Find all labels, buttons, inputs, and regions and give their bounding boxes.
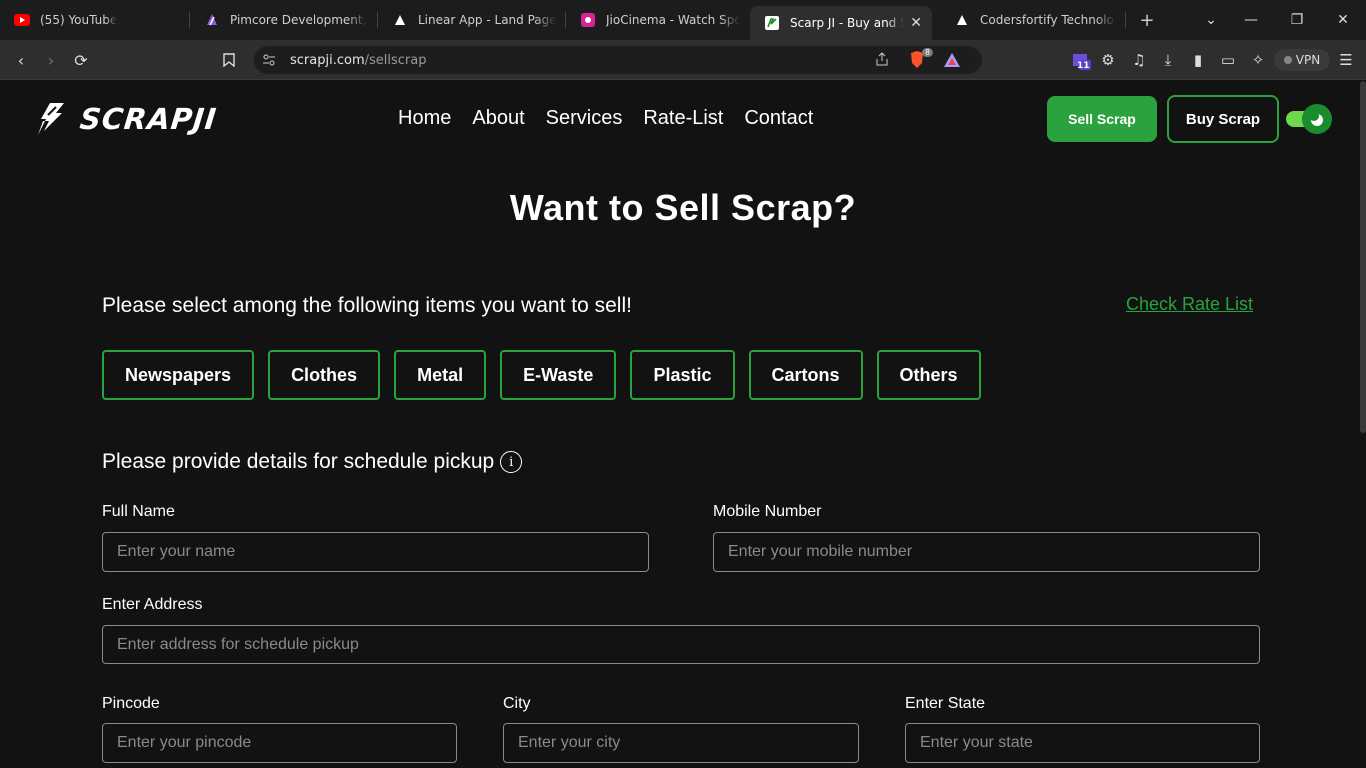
extension-badge: 11 — [1077, 61, 1090, 71]
pincode-label: Pincode — [102, 695, 160, 712]
item-clothes-button[interactable]: Clothes — [268, 350, 381, 400]
restore-button[interactable]: ❐ — [1274, 0, 1320, 40]
music-icon[interactable]: ♫ — [1127, 46, 1151, 74]
site-logo[interactable]: SCRAPJI — [34, 101, 219, 137]
info-icon[interactable]: i — [500, 451, 523, 473]
page-title: Want to Sell Scrap? — [509, 187, 857, 228]
brave-rewards-icon[interactable] — [944, 52, 960, 71]
nav-contact[interactable]: Contact — [744, 107, 813, 130]
jiocinema-icon — [580, 12, 596, 28]
url-text: scrapji.com/sellscrap — [290, 53, 426, 68]
items-section-title: Please select among the following items … — [102, 294, 632, 317]
browser-tab[interactable]: Codersfortify Technologie — [940, 0, 1126, 40]
check-rate-list-link[interactable]: Check Rate List — [1126, 294, 1253, 315]
item-plastic-button[interactable]: Plastic — [630, 350, 735, 400]
moon-icon — [1302, 104, 1332, 134]
pimcore-icon — [204, 12, 220, 28]
tab-title: (55) YouTube — [40, 13, 118, 27]
page-content: SCRAPJI Home About Services Rate-List Co… — [0, 81, 1366, 768]
city-label: City — [503, 695, 531, 712]
buy-scrap-button[interactable]: Buy Scrap — [1167, 95, 1279, 143]
puzzle-icon[interactable]: ⚙ — [1096, 46, 1120, 74]
close-window-button[interactable]: ✕ — [1320, 0, 1366, 40]
share-icon[interactable] — [874, 51, 890, 71]
address-bar[interactable]: scrapji.com/sellscrap 8 — [254, 46, 982, 74]
item-metal-button[interactable]: Metal — [394, 350, 487, 400]
city-input[interactable] — [503, 723, 859, 763]
sell-scrap-button[interactable]: Sell Scrap — [1047, 96, 1157, 142]
scrapji-icon — [764, 15, 780, 31]
wallet-icon[interactable]: ▭ — [1216, 46, 1240, 74]
tab-title: Linear App - Land Page Cl — [418, 13, 556, 27]
vpn-label: VPN — [1295, 53, 1321, 67]
url-host: scrapji.com — [290, 52, 365, 68]
site-settings-icon[interactable] — [262, 52, 276, 71]
browser-tab[interactable]: Linear App - Land Page Cl — [378, 0, 566, 40]
address-label: Enter Address — [102, 596, 203, 613]
leo-ai-icon[interactable]: ✧ — [1246, 46, 1270, 74]
full-name-label: Full Name — [102, 503, 175, 520]
scrap-item-options: Newspapers Clothes Metal E-Waste Plastic… — [102, 350, 981, 400]
nav-rate-list[interactable]: Rate-List — [643, 107, 723, 130]
tab-title: Pimcore Development, Sy — [230, 13, 368, 27]
tab-title: Scarp JI - Buy and Sel — [790, 16, 905, 30]
triangle-icon — [954, 12, 970, 28]
item-e-waste-button[interactable]: E-Waste — [500, 350, 617, 400]
minimize-button[interactable]: — — [1228, 0, 1274, 40]
triangle-icon — [392, 12, 408, 28]
theme-toggle[interactable] — [1286, 104, 1334, 134]
reload-icon[interactable]: ⟳ — [68, 48, 94, 72]
main-nav: Home About Services Rate-List Contact — [398, 107, 813, 130]
nav-about[interactable]: About — [472, 107, 524, 130]
item-newspapers-button[interactable]: Newspapers — [102, 350, 255, 400]
item-others-button[interactable]: Others — [876, 350, 981, 400]
bookmark-icon[interactable] — [216, 48, 242, 72]
full-name-input[interactable] — [102, 532, 649, 572]
browser-toolbar: ‹ › ⟳ scrapji.com/sellscrap 8 11 ⚙ ♫ ⤓ ▮… — [0, 40, 1366, 80]
mobile-number-label: Mobile Number — [713, 503, 822, 520]
item-cartons-button[interactable]: Cartons — [748, 350, 863, 400]
vpn-button[interactable]: VPN — [1274, 49, 1330, 71]
download-icon[interactable]: ⤓ — [1156, 46, 1180, 74]
browser-tab-active[interactable]: Scarp JI - Buy and Sel ✕ — [750, 6, 932, 40]
browser-tab-strip: (55) YouTube Pimcore Development, Sy Lin… — [0, 0, 1366, 40]
browser-tab[interactable]: (55) YouTube — [0, 0, 190, 40]
state-input[interactable] — [905, 723, 1260, 763]
forward-arrow-icon[interactable]: › — [38, 48, 64, 72]
nav-services[interactable]: Services — [546, 107, 623, 130]
url-path: /sellscrap — [364, 52, 427, 68]
sidebar-icon[interactable]: ▮ — [1186, 46, 1210, 74]
browser-tab[interactable]: JioCinema - Watch Sports — [566, 0, 750, 40]
tab-title: Codersfortify Technologie — [980, 13, 1116, 27]
menu-icon[interactable]: ☰ — [1334, 46, 1358, 74]
logo-mark-icon — [38, 103, 64, 135]
page-scrollbar[interactable] — [1360, 81, 1366, 433]
state-label: Enter State — [905, 695, 986, 712]
logo-text: SCRAPJI — [78, 102, 219, 136]
vpn-status-icon — [1283, 56, 1292, 64]
pickup-section-title: Please provide details for schedule pick… — [102, 450, 523, 474]
youtube-icon — [14, 12, 30, 28]
nav-home[interactable]: Home — [398, 107, 451, 130]
shield-count-badge: 8 — [922, 48, 934, 57]
browser-tab[interactable]: Pimcore Development, Sy — [190, 0, 378, 40]
new-tab-button[interactable]: + — [1132, 5, 1162, 35]
address-input[interactable] — [102, 625, 1260, 664]
back-arrow-icon[interactable]: ‹ — [8, 48, 34, 72]
mobile-number-input[interactable] — [713, 532, 1260, 572]
close-icon[interactable]: ✕ — [904, 15, 922, 31]
tab-title: JioCinema - Watch Sports — [606, 13, 740, 27]
pincode-input[interactable] — [102, 723, 457, 763]
pickup-title-text: Please provide details for schedule pick… — [102, 450, 495, 473]
